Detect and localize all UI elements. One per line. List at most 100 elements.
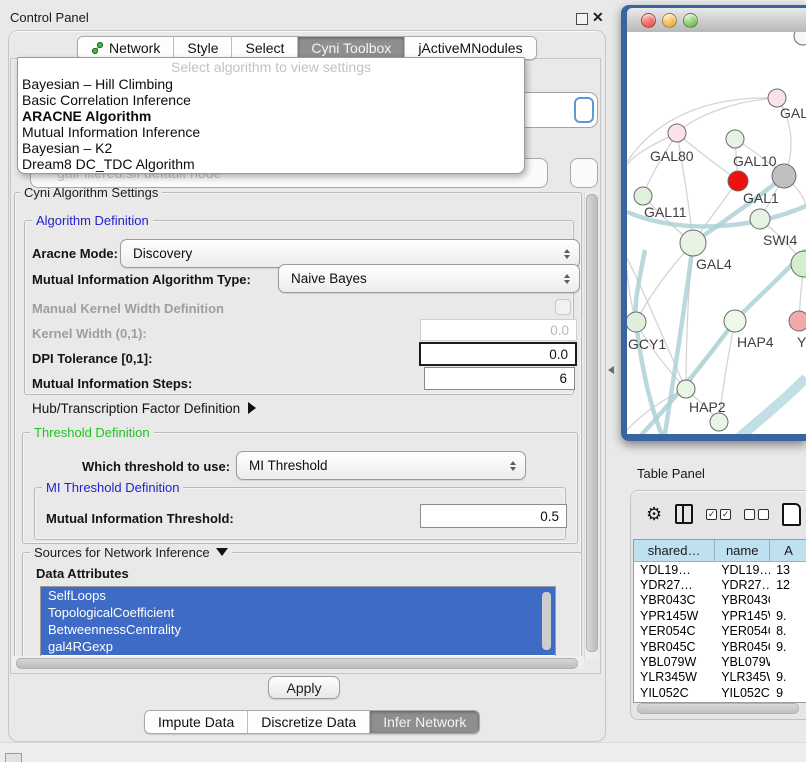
algorithm-option[interactable]: Bayesian – K2 xyxy=(18,140,524,156)
network-node-hap2[interactable] xyxy=(677,380,695,398)
tab-select[interactable]: Select xyxy=(232,37,298,59)
network-node-swi4[interactable] xyxy=(750,209,770,229)
minimize-window-icon[interactable] xyxy=(662,13,677,28)
horizontal-scrollbar-thumb[interactable] xyxy=(16,658,578,669)
table-cell: 9. xyxy=(770,670,806,684)
network-icon xyxy=(91,42,104,55)
network-node[interactable] xyxy=(710,413,728,431)
panel-resize-arrow-icon[interactable] xyxy=(608,366,614,374)
float-window-icon[interactable] xyxy=(576,13,588,25)
tab-impute-data[interactable]: Impute Data xyxy=(145,711,248,733)
table-panel-title: Table Panel xyxy=(637,466,705,481)
table-row[interactable]: YPR145WYPR145W9. xyxy=(634,608,806,623)
kernel-width-field[interactable]: 0.0 xyxy=(420,319,577,341)
mi-type-combobox[interactable]: Naive Bayes xyxy=(278,264,580,293)
algorithm-option[interactable]: Basic Correlation Inference xyxy=(18,92,524,108)
network-node-gal1[interactable] xyxy=(728,171,748,191)
network-selection-combobox-end xyxy=(570,158,598,188)
hub-definition-toggle[interactable]: Hub/Transcription Factor Definition xyxy=(32,401,256,416)
mi-threshold-field[interactable]: 0.5 xyxy=(420,504,567,528)
node-label: GAL11 xyxy=(644,204,687,220)
table-cell: YDR27… xyxy=(634,578,715,592)
table-row[interactable]: YBR043CYBR043C xyxy=(634,593,806,608)
manual-kernel-checkbox[interactable] xyxy=(555,299,571,315)
table-column-header[interactable]: name xyxy=(715,540,770,562)
table-row[interactable]: YBL079WYBL079W xyxy=(634,654,806,669)
gear-icon[interactable]: ⚙ xyxy=(646,505,662,523)
network-node-y[interactable] xyxy=(789,311,806,331)
sources-group-toggle[interactable]: Sources for Network Inference xyxy=(30,545,232,560)
network-node-gal10[interactable] xyxy=(726,130,744,148)
data-attribute-item[interactable]: gal4RGexp xyxy=(41,638,555,655)
algorithm-option[interactable]: Mutual Information Inference xyxy=(18,124,524,140)
columns-icon[interactable] xyxy=(675,504,693,524)
tab-infer-network[interactable]: Infer Network xyxy=(370,711,479,733)
network-node-gcy1[interactable] xyxy=(627,312,646,332)
unchecked-box-icon xyxy=(758,509,769,520)
combo-arrows-icon xyxy=(564,249,570,259)
table-panel-body: ⚙ ✓ ✓ shared…nameA YDL19…YDL19…13YDR27…Y… xyxy=(630,490,806,720)
table-cell: YPR145W xyxy=(715,609,770,623)
network-node[interactable] xyxy=(794,32,806,45)
tab-network[interactable]: Network xyxy=(78,37,174,59)
select-all-checks-icon[interactable]: ✓ ✓ xyxy=(706,509,731,520)
dpi-tolerance-field[interactable]: 0.0 xyxy=(419,342,577,366)
table-cell: 9. xyxy=(770,640,806,654)
mi-steps-label: Mutual Information Steps: xyxy=(32,376,192,391)
node-label: GCY1 xyxy=(628,336,666,352)
close-window-icon[interactable] xyxy=(641,13,656,28)
table-row[interactable]: YDR27…YDR27…12 xyxy=(634,577,806,592)
collapsed-panel-icon[interactable] xyxy=(5,753,22,762)
table-row[interactable]: YIL052CYIL052C9 xyxy=(634,685,806,700)
kernel-width-label: Kernel Width (0,1): xyxy=(32,326,147,341)
table-cell: 12 xyxy=(770,578,806,592)
status-strip xyxy=(0,742,806,762)
table-row[interactable]: YBR045CYBR045C9. xyxy=(634,639,806,654)
network-node-gal11[interactable] xyxy=(634,187,652,205)
deselect-all-checks-icon[interactable] xyxy=(744,509,769,520)
network-node[interactable] xyxy=(791,251,806,277)
table-column-header[interactable]: A xyxy=(770,540,806,562)
data-attribute-item[interactable]: TopologicalCoefficient xyxy=(41,604,555,621)
data-attribute-item[interactable]: BetweennessCentrality xyxy=(41,621,555,638)
apply-button[interactable]: Apply xyxy=(268,676,340,699)
which-threshold-combobox[interactable]: MI Threshold xyxy=(236,451,526,480)
node-label: GAL80 xyxy=(650,148,694,164)
network-node[interactable] xyxy=(772,164,796,188)
tab-cyni-toolbox[interactable]: Cyni Toolbox xyxy=(298,37,405,59)
document-icon[interactable] xyxy=(782,503,801,526)
tab-jactivemnodules[interactable]: jActiveMNodules xyxy=(405,37,535,59)
network-view-window: GALGAL80GAL10GAL1GAL11SWI4GAL4GCY1HAP4YH… xyxy=(621,5,806,441)
list-scrollbar-thumb[interactable] xyxy=(542,592,551,650)
tab-discretize-data[interactable]: Discretize Data xyxy=(248,711,370,733)
network-node-hap4[interactable] xyxy=(724,310,746,332)
network-window-titlebar[interactable] xyxy=(627,8,806,33)
mi-steps-field[interactable]: 6 xyxy=(424,367,575,390)
table-hscrollbar-thumb[interactable] xyxy=(637,703,799,714)
table-column-header[interactable]: shared… xyxy=(634,540,715,562)
table-row[interactable]: YLR345WYLR345W9. xyxy=(634,670,806,685)
algorithm-option[interactable]: ARACNE Algorithm xyxy=(18,108,524,124)
table-cell: YBR043C xyxy=(715,593,770,607)
table-cell: 9. xyxy=(770,609,806,623)
table-cell: YBR045C xyxy=(634,640,715,654)
algorithm-option[interactable]: Bayesian – Hill Climbing xyxy=(18,76,524,92)
tab-style[interactable]: Style xyxy=(174,37,232,59)
table-row[interactable]: YDL19…YDL19…13 xyxy=(634,562,806,577)
hub-definition-label: Hub/Transcription Factor Definition xyxy=(32,401,240,416)
zoom-window-icon[interactable] xyxy=(683,13,698,28)
network-canvas[interactable]: GALGAL80GAL10GAL1GAL11SWI4GAL4GCY1HAP4YH… xyxy=(627,32,806,434)
collapsed-arrow-icon xyxy=(248,402,256,414)
aracne-mode-label: Aracne Mode: xyxy=(32,246,118,261)
table-cell: 8. xyxy=(770,624,806,638)
close-panel-icon[interactable]: ✕ xyxy=(592,9,604,26)
network-node-gal4[interactable] xyxy=(680,230,706,256)
algorithm-option[interactable]: Dream8 DC_TDC Algorithm xyxy=(18,156,524,172)
data-attribute-item[interactable]: SelfLoops xyxy=(41,587,555,604)
dpi-tolerance-label: DPI Tolerance [0,1]: xyxy=(32,351,152,366)
table-row[interactable]: YER054CYER054C8. xyxy=(634,624,806,639)
table-header-row: shared…nameA xyxy=(634,540,806,562)
network-node-gal80[interactable] xyxy=(668,124,686,142)
tab-label: Cyni Toolbox xyxy=(311,40,391,56)
vertical-scrollbar-thumb[interactable] xyxy=(586,194,598,652)
